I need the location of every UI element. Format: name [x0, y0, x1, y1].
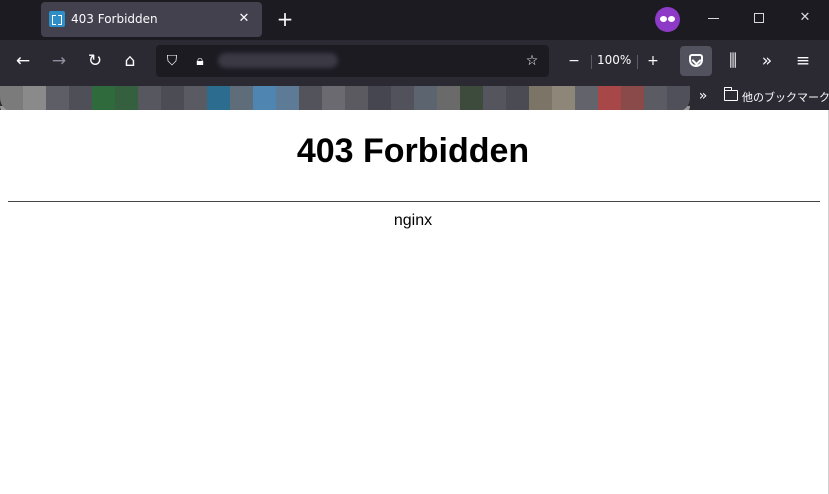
zoom-level[interactable]: 100%	[597, 53, 631, 67]
zoom-in-button[interactable]: +	[643, 51, 663, 71]
minimize-icon	[708, 18, 719, 19]
minimize-button[interactable]	[690, 0, 736, 36]
back-button[interactable]: ←	[10, 48, 36, 74]
toolbar-overflow-button[interactable]: »	[754, 48, 780, 74]
redacted-bookmark-block	[621, 86, 645, 112]
pocket-button[interactable]	[680, 46, 712, 76]
zoom-separator	[591, 55, 592, 69]
redacted-bookmark-block	[46, 86, 70, 112]
redacted-bookmark-block	[0, 86, 24, 112]
redacted-bookmark-block	[207, 86, 231, 112]
redacted-bookmark-block	[368, 86, 392, 112]
page-content: 403 Forbidden nginx	[0, 110, 829, 494]
app-menu-button[interactable]: ≡	[790, 48, 816, 74]
redacted-bookmark-block	[575, 86, 599, 112]
tracking-protection-shield-icon[interactable]: ⛉	[162, 51, 182, 71]
tab-strip: 403 Forbidden ✕ + ✕	[0, 0, 829, 40]
redacted-bookmark-block	[322, 86, 346, 112]
tab-title: 403 Forbidden	[71, 12, 158, 26]
redacted-bookmark-block	[460, 86, 484, 112]
home-button[interactable]: ⌂	[117, 48, 143, 74]
browser-tab[interactable]: 403 Forbidden ✕	[41, 2, 262, 37]
redacted-bookmark-block	[276, 86, 300, 112]
url-text-redacted[interactable]	[218, 53, 338, 68]
reload-button[interactable]: ↻	[82, 48, 108, 74]
server-signature: nginx	[393, 212, 433, 229]
address-bar[interactable]: ⛉ 🔒︎ ☆	[156, 45, 549, 77]
bookmarks-toolbar: » 他のブックマーク	[0, 82, 829, 114]
redacted-bookmark-block	[138, 86, 162, 112]
new-tab-button[interactable]: +	[275, 9, 295, 29]
zoom-controls: − 100% +	[561, 45, 671, 77]
bookmarks-overflow-button[interactable]: »	[694, 86, 712, 106]
redacted-bookmark-block	[529, 86, 553, 112]
redacted-bookmark-block	[184, 86, 208, 112]
bookmark-star-icon[interactable]: ☆	[522, 51, 542, 71]
redacted-bookmark-block	[598, 86, 622, 112]
redacted-bookmark-block	[299, 86, 323, 112]
redacted-bookmark-block	[667, 86, 690, 112]
pocket-icon	[689, 54, 703, 67]
redacted-bookmark-block	[230, 86, 254, 112]
site-security-lock-icon[interactable]: 🔒︎	[190, 51, 210, 71]
horizontal-rule	[8, 201, 820, 202]
redacted-bookmark-block	[161, 86, 185, 112]
redacted-bookmark-block	[414, 86, 438, 112]
redacted-bookmark-block	[345, 86, 369, 112]
redacted-bookmark-block	[69, 86, 93, 112]
zoom-separator	[637, 55, 638, 69]
redacted-bookmark-block	[115, 86, 139, 112]
redacted-bookmark-block	[483, 86, 507, 112]
close-tab-icon[interactable]: ✕	[236, 11, 252, 27]
maximize-button[interactable]	[736, 0, 782, 36]
folder-icon	[723, 87, 738, 101]
redacted-bookmark-block	[437, 86, 461, 112]
forward-button[interactable]: →	[46, 48, 72, 74]
other-bookmarks-button[interactable]: 他のブックマーク	[742, 89, 829, 105]
redacted-bookmark-block	[506, 86, 530, 112]
navigation-toolbar: ← → ↻ ⌂ ⛉ 🔒︎ ☆ − 100% + ⫼ » ≡	[0, 40, 829, 82]
redacted-bookmark-block	[644, 86, 668, 112]
zoom-out-button[interactable]: −	[564, 51, 584, 71]
redacted-bookmark-block	[253, 86, 277, 112]
page-title: 403 Forbidden	[296, 132, 530, 170]
bookmarks-redacted	[0, 86, 690, 112]
library-button[interactable]: ⫼	[720, 48, 746, 74]
redacted-bookmark-block	[391, 86, 415, 112]
close-window-button[interactable]: ✕	[782, 0, 828, 36]
private-browsing-icon	[655, 7, 680, 32]
redacted-bookmark-block	[23, 86, 47, 112]
redacted-bookmark-block	[92, 86, 116, 112]
maximize-icon	[754, 13, 764, 23]
redacted-bookmark-block	[552, 86, 576, 112]
site-favicon-icon	[49, 11, 65, 27]
